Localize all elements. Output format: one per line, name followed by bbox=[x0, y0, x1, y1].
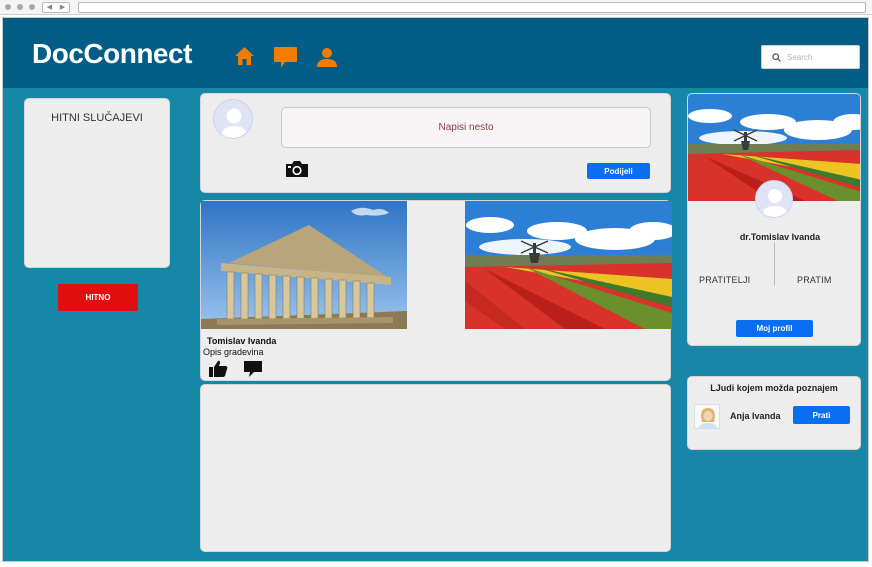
my-profile-button[interactable]: Moj profil bbox=[736, 320, 813, 337]
app-logo[interactable]: DocConnect bbox=[32, 38, 192, 70]
search-box[interactable] bbox=[761, 45, 860, 69]
window-dot bbox=[17, 4, 23, 10]
people-suggestions-panel: LJudi kojem možda poznajem Anja Ivanda P… bbox=[687, 376, 861, 450]
following-label[interactable]: PRATIM bbox=[797, 275, 832, 285]
post-composer: Podijeli bbox=[200, 93, 671, 193]
post-text-input[interactable] bbox=[281, 107, 651, 148]
person-photo bbox=[695, 405, 719, 428]
urgent-button[interactable]: HITNO bbox=[58, 284, 138, 311]
avatar bbox=[213, 99, 253, 139]
post-author[interactable]: Tomislav Ivanda bbox=[207, 336, 276, 346]
address-bar[interactable] bbox=[78, 2, 866, 13]
profile-avatar[interactable] bbox=[755, 180, 793, 218]
thumbs-up-icon[interactable] bbox=[208, 360, 228, 378]
suggested-person-avatar[interactable] bbox=[694, 404, 720, 429]
feed-post: Tomislav Ivanda Opis gradevina bbox=[200, 200, 672, 381]
browser-chrome: ◀ ▶ bbox=[0, 0, 872, 15]
window-dot bbox=[5, 4, 11, 10]
window-dot bbox=[29, 4, 35, 10]
chat-icon[interactable] bbox=[273, 46, 298, 70]
camera-icon[interactable] bbox=[285, 160, 309, 178]
suggestions-title: LJudi kojem možda poznajem bbox=[710, 383, 838, 393]
feed-post-placeholder bbox=[200, 384, 671, 552]
followers-label[interactable]: PRATITELJI bbox=[699, 275, 750, 285]
forward-arrow-icon[interactable]: ▶ bbox=[60, 4, 65, 11]
user-placeholder-icon bbox=[762, 189, 788, 217]
comment-icon[interactable] bbox=[243, 360, 263, 378]
suggested-person-name[interactable]: Anja Ivanda bbox=[730, 411, 781, 421]
search-input[interactable] bbox=[787, 52, 857, 62]
search-icon bbox=[772, 52, 781, 62]
share-button[interactable]: Podijeli bbox=[587, 163, 650, 179]
stats-divider bbox=[774, 242, 775, 286]
app-frame: DocConnect HITNI SLUČAJEVI HITNO bbox=[2, 17, 869, 562]
profile-name[interactable]: dr.Tomislav Ivanda bbox=[688, 232, 860, 242]
tulip-field-image[interactable] bbox=[465, 201, 672, 329]
home-icon[interactable] bbox=[234, 46, 255, 66]
user-icon[interactable] bbox=[316, 47, 338, 67]
profile-card: dr.Tomislav Ivanda PRATITELJI PRATIM Moj… bbox=[687, 93, 861, 346]
post-description: Opis gradevina bbox=[203, 347, 264, 357]
back-arrow-icon[interactable]: ◀ bbox=[47, 4, 52, 11]
top-bar: DocConnect bbox=[3, 18, 868, 88]
follow-button[interactable]: Prati bbox=[793, 406, 850, 424]
urgent-cases-title: HITNI SLUČAJEVI bbox=[51, 112, 143, 124]
urgent-cases-panel: HITNI SLUČAJEVI bbox=[24, 98, 170, 268]
user-placeholder-icon bbox=[221, 108, 247, 138]
parthenon-image[interactable] bbox=[201, 201, 407, 329]
browser-nav-buttons[interactable]: ◀ ▶ bbox=[42, 2, 70, 13]
